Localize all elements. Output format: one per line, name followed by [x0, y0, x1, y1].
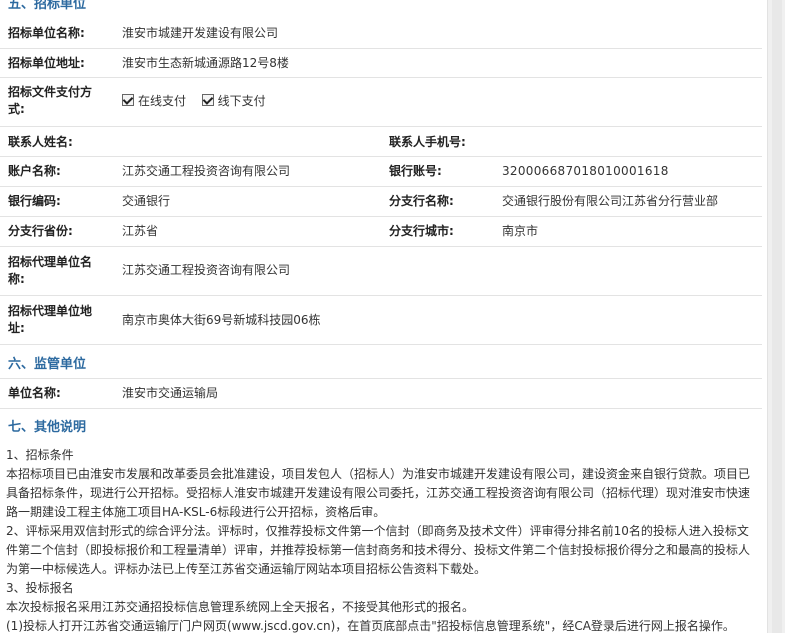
agent-address-value: 南京市奥体大街69号新城科技园06栋	[122, 313, 321, 327]
vertical-scrollbar[interactable]	[767, 0, 785, 633]
tenderer-address-label: 招标单位地址:	[8, 56, 85, 70]
online-pay-checkbox[interactable]	[122, 94, 134, 106]
row-tenderer-address: 招标单位地址: 淮安市生态新城通源路12号8楼	[0, 49, 762, 78]
row-agent-name: 招标代理单位名称: 江苏交通工程投资咨询有限公司	[0, 247, 762, 296]
row-tenderer-name: 招标单位名称: 淮安市城建开发建设有限公司	[0, 20, 762, 49]
tenderer-name-value: 淮安市城建开发建设有限公司	[122, 26, 279, 40]
account-number-value: 320006687018010001618	[502, 164, 669, 178]
section-title-notes: 七、其他说明	[8, 420, 87, 435]
agent-address-label: 招标代理单位地址:	[8, 304, 93, 335]
supervisor-name-label: 单位名称:	[8, 386, 61, 400]
offline-pay-checkbox[interactable]	[201, 94, 214, 106]
account-name-label: 账户名称:	[8, 164, 61, 178]
branch-province-value: 江苏省	[122, 224, 159, 238]
notes-registration-step-1: (1)投标人打开江苏省交通运输厅门户网页(www.jscd.gov.cn)，在首…	[6, 619, 735, 633]
account-name-value: 江苏交通工程投资咨询有限公司	[122, 164, 291, 178]
notes-body: 1、招标条件 本招标项目已由淮安市发展和改革委员会批准建设，项目发包人（招标人）…	[6, 446, 758, 636]
notes-heading-registration: 3、投标报名	[6, 581, 74, 595]
branch-name-label: 分支行名称:	[389, 194, 454, 208]
branch-city-value: 南京市	[502, 224, 539, 238]
payment-method-label: 招标文件支付方式:	[8, 85, 93, 116]
contact-name-label: 联系人姓名:	[8, 135, 73, 149]
row-account: 账户名称: 江苏交通工程投资咨询有限公司 银行账号: 3200066870180…	[0, 157, 762, 187]
bank-code-value: 交通银行	[122, 194, 171, 208]
branch-city-label: 分支行城市:	[389, 224, 454, 238]
branch-province-label: 分支行省份:	[8, 224, 73, 238]
row-bank: 银行编码: 交通银行 分支行名称: 交通银行股份有限公司江苏省分行营业部	[0, 187, 762, 217]
section-title-tenderer: 五、招标单位	[8, 0, 87, 12]
notes-evaluation-text: 2、评标采用双信封形式的综合评分法。评标时，仅推荐投标文件第一个信封（即商务及技…	[6, 524, 751, 576]
agent-name-label: 招标代理单位名称:	[8, 255, 93, 286]
agent-name-value: 江苏交通工程投资咨询有限公司	[122, 263, 291, 277]
row-payment-method: 招标文件支付方式: 在线支付 线下支付	[0, 78, 762, 127]
row-supervisor-name: 单位名称: 淮安市交通运输局	[0, 378, 762, 409]
row-branch-location: 分支行省份: 江苏省 分支行城市: 南京市	[0, 217, 762, 247]
online-pay-label: 在线支付	[138, 94, 187, 108]
notes-bid-conditions-text: 本招标项目已由淮安市发展和改革委员会批准建设，项目发包人（招标人）为淮安市城建开…	[6, 467, 751, 519]
offline-pay-label: 线下支付	[217, 94, 266, 108]
scrollbar-thumb[interactable]	[772, 0, 782, 633]
tenderer-name-label: 招标单位名称:	[8, 26, 85, 40]
payment-options: 在线支付 线下支付	[122, 93, 266, 110]
notes-registration-text: 本次投标报名采用江苏交通招投标信息管理系统网上全天报名，不接受其他形式的报名。	[6, 600, 475, 614]
row-contact: 联系人姓名: 联系人手机号:	[0, 127, 762, 157]
section-title-supervisor: 六、监管单位	[8, 357, 87, 372]
tenderer-address-value: 淮安市生态新城通源路12号8楼	[122, 56, 289, 70]
contact-mobile-label: 联系人手机号:	[389, 135, 466, 149]
account-number-label: 银行账号:	[389, 164, 442, 178]
bank-code-label: 银行编码:	[8, 194, 61, 208]
notes-heading-bid-conditions: 1、招标条件	[6, 448, 74, 462]
row-agent-address: 招标代理单位地址: 南京市奥体大街69号新城科技园06栋	[0, 296, 762, 345]
branch-name-value: 交通银行股份有限公司江苏省分行营业部	[502, 194, 719, 208]
supervisor-name-value: 淮安市交通运输局	[122, 386, 219, 400]
